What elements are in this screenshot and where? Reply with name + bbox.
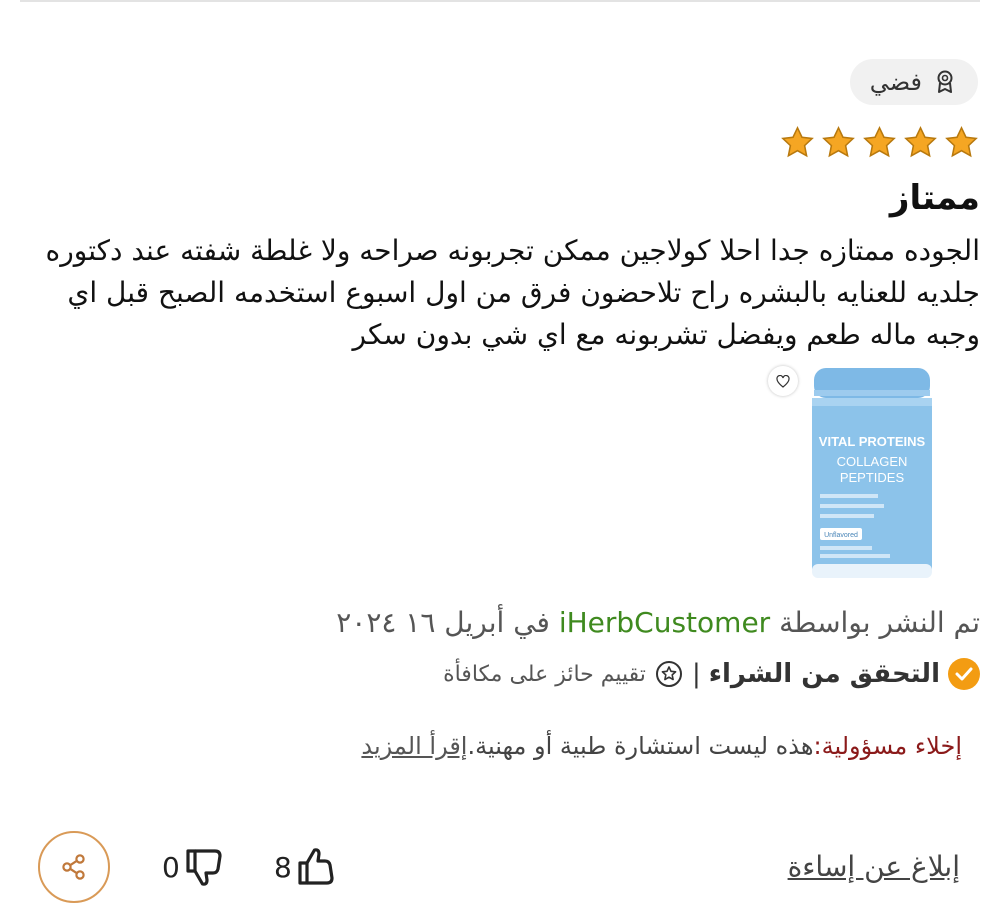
review-photo[interactable]: VITAL PROTEINS COLLAGEN PEPTIDES Unflavo… bbox=[768, 362, 968, 584]
separator: | bbox=[691, 659, 701, 689]
verified-check-icon bbox=[948, 658, 980, 690]
heart-icon bbox=[776, 374, 790, 388]
share-button[interactable] bbox=[38, 831, 110, 903]
share-icon bbox=[62, 854, 85, 880]
rewarded-review-label: تقييم حائز على مكافأة bbox=[443, 661, 646, 687]
helpful-button[interactable]: 8 bbox=[274, 845, 338, 889]
dislike-count: 0 bbox=[162, 850, 180, 884]
star-icon bbox=[822, 126, 855, 158]
badge-label: فضي bbox=[869, 68, 922, 96]
thumbs-up-icon bbox=[298, 848, 334, 885]
product-flavor: Unflavored bbox=[824, 532, 858, 539]
like-photo-button[interactable] bbox=[768, 366, 798, 396]
star-icon bbox=[904, 126, 937, 158]
disclaimer: إخلاء مسؤولية:هذه ليست استشارة طبية أو م… bbox=[361, 732, 962, 760]
posted-by-line: تم النشر بواسطة iHerbCustomer في أبريل ١… bbox=[336, 606, 980, 639]
ribbon-icon bbox=[934, 70, 956, 94]
review-title: ممتاز bbox=[889, 178, 980, 218]
star-rating bbox=[779, 124, 980, 161]
posted-date: في أبريل ١٦ ٢٠٢٤ bbox=[336, 606, 550, 639]
not-helpful-button[interactable]: 0 bbox=[162, 845, 226, 889]
top-divider bbox=[20, 0, 980, 2]
product-line1: COLLAGEN bbox=[837, 454, 908, 469]
posted-prefix: تم النشر بواسطة bbox=[779, 606, 980, 639]
thumbs-down-icon bbox=[186, 849, 222, 886]
star-icon bbox=[781, 126, 814, 158]
disclaimer-label: إخلاء مسؤولية: bbox=[813, 732, 963, 760]
like-count: 8 bbox=[274, 850, 292, 884]
verification-row: التحقق من الشراء | تقييم حائز على مكافأة bbox=[443, 658, 980, 690]
product-brand: VITAL PROTEINS bbox=[819, 434, 926, 449]
verified-purchase-label: التحقق من الشراء bbox=[708, 659, 940, 689]
author-link[interactable]: iHerbCustomer bbox=[559, 606, 770, 639]
reviewer-rank-badge: فضي bbox=[849, 59, 978, 105]
reward-star-icon bbox=[654, 659, 684, 689]
star-icon bbox=[863, 126, 896, 158]
product-line2: PEPTIDES bbox=[840, 470, 905, 485]
read-more-link[interactable]: إقرأ المزيد bbox=[361, 732, 467, 760]
star-icon bbox=[945, 126, 978, 158]
disclaimer-text: هذه ليست استشارة طبية أو مهنية. bbox=[467, 732, 814, 760]
report-abuse-link[interactable]: إبلاغ عن إساءة bbox=[788, 850, 960, 883]
product-image: VITAL PROTEINS COLLAGEN PEPTIDES Unflavo… bbox=[812, 368, 932, 578]
review-body: الجوده ممتازه جدا احلا كولاجين ممكن تجرب… bbox=[45, 234, 980, 351]
